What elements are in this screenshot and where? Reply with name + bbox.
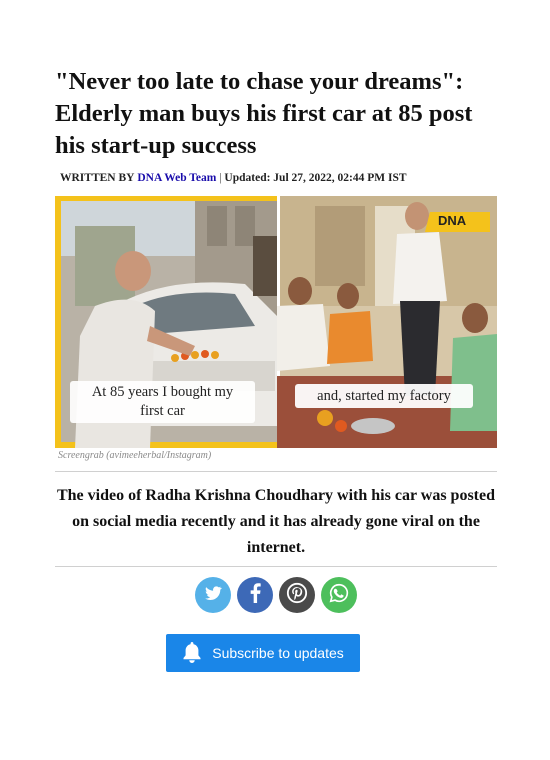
twitter-icon <box>203 583 223 608</box>
overlay-left-line2: first car <box>140 403 185 419</box>
article-summary: The video of Radha Krishna Choudhary wit… <box>56 487 495 556</box>
facebook-share-button[interactable] <box>237 577 273 613</box>
byline-label: WRITTEN BY <box>60 172 135 184</box>
subscribe-label: Subscribe to updates <box>212 645 344 661</box>
byline-separator: | <box>219 172 222 184</box>
whatsapp-icon <box>328 582 350 609</box>
overlay-left-line1: At 85 years I bought my <box>91 384 234 400</box>
subscribe-button[interactable]: Subscribe to updates <box>166 634 360 672</box>
article-byline: WRITTEN BY DNA Web Team | Updated: Jul 2… <box>60 172 407 184</box>
dna-badge: DNA <box>438 213 467 228</box>
updated-timestamp: Updated: Jul 27, 2022, 02:44 PM IST <box>224 172 407 184</box>
article-headline: "Never too late to chase your dreams": E… <box>55 68 473 159</box>
author-link[interactable]: DNA Web Team <box>137 172 216 184</box>
pinterest-share-button[interactable] <box>279 577 315 613</box>
overlay-caption-left: At 85 years I bought my first car <box>70 383 255 421</box>
divider <box>55 471 497 472</box>
article-image: At 85 years I bought my first car and, s… <box>55 196 497 448</box>
divider <box>55 566 497 567</box>
twitter-share-button[interactable] <box>195 577 231 613</box>
overlay-caption-right: and, started my factory <box>317 388 451 404</box>
image-credit: Screengrab (avimeeherbal/Instagram) <box>58 450 212 461</box>
whatsapp-share-button[interactable] <box>321 577 357 613</box>
bell-icon <box>182 642 202 664</box>
share-bar <box>195 577 357 613</box>
facebook-icon <box>247 582 263 608</box>
pinterest-icon <box>286 582 308 609</box>
